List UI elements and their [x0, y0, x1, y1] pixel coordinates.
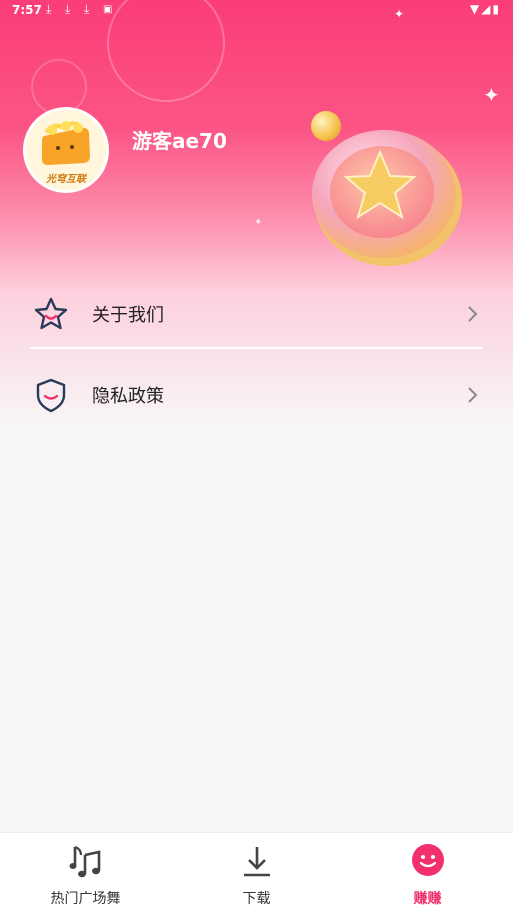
- star-coin-icon: [312, 130, 462, 266]
- download-icon: ⤓: [46, 2, 52, 16]
- status-time: 7:57: [12, 3, 42, 17]
- music-note-icon: [69, 845, 100, 878]
- tab-earn[interactable]: 赚赚: [342, 833, 513, 913]
- battery-icon: ▮: [492, 2, 501, 16]
- shield-icon: [30, 374, 72, 416]
- tab-label: 赚赚: [413, 891, 442, 907]
- tab-hot-square-dance[interactable]: 热门广场舞: [0, 833, 171, 913]
- bottom-tab-bar: 热门广场舞 下载 赚赚: [0, 832, 513, 913]
- download-icon: [243, 847, 270, 877]
- chevron-right-icon: [468, 306, 478, 322]
- tab-label: 下载: [242, 891, 271, 907]
- smiley-icon: [411, 844, 444, 876]
- download-icon: ⤓: [65, 2, 71, 16]
- wifi-icon: ▼: [469, 2, 482, 16]
- status-right-icons: ▼◢▮: [470, 2, 501, 16]
- download-icon: ⤓: [84, 2, 90, 16]
- username: 游客ae70: [132, 129, 227, 153]
- signal-icon: ◢: [481, 2, 493, 16]
- status-bar: 7:57 ⤓ ⤓ ⤓ ▣ ▼◢▮: [0, 0, 513, 22]
- menu-item-about-us[interactable]: 关于我们: [30, 284, 483, 344]
- menu-item-privacy-policy[interactable]: 隐私政策: [30, 365, 483, 425]
- sparkle-icon: ✦: [254, 217, 263, 228]
- a-icon: ▣: [103, 4, 113, 15]
- star-icon: [30, 293, 72, 335]
- menu-label: 关于我们: [92, 305, 164, 326]
- avatar-brand-text: 光穹互联: [46, 174, 86, 185]
- chevron-right-icon: [468, 387, 478, 403]
- sparkle-icon: ✦: [483, 83, 500, 107]
- divider: [30, 347, 483, 349]
- avatar[interactable]: 光穹互联: [23, 107, 109, 193]
- tab-download[interactable]: 下载: [171, 833, 342, 913]
- tab-label: 热门广场舞: [50, 891, 121, 907]
- menu-label: 隐私政策: [92, 386, 164, 407]
